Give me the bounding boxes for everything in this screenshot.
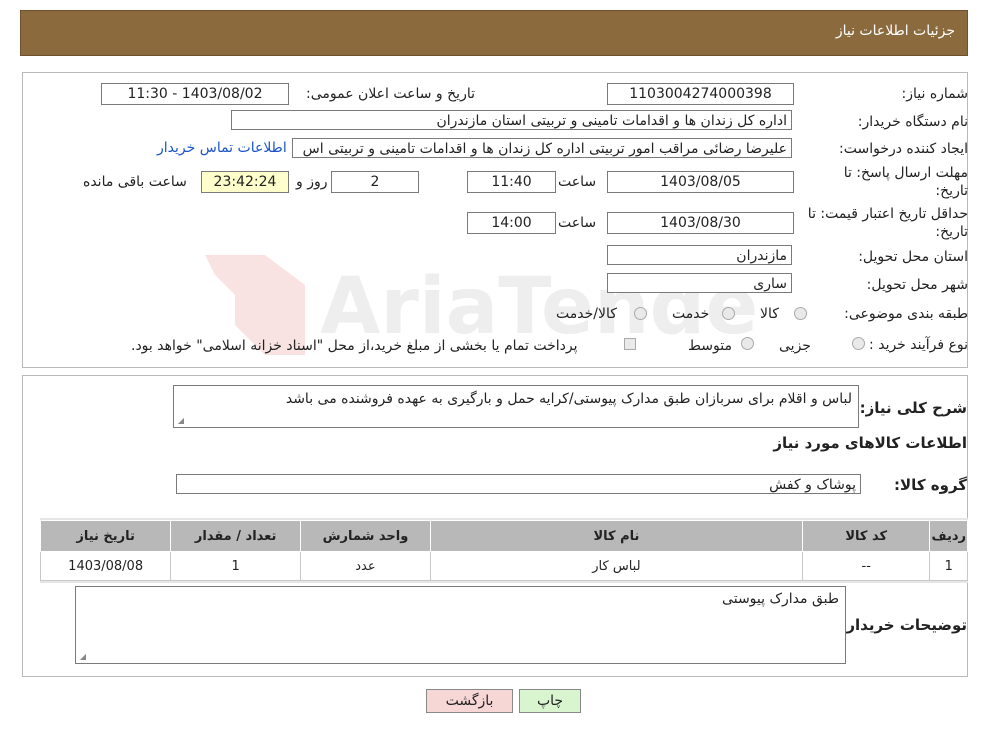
- category-option-goods-service: کالا/خدمت: [556, 306, 617, 322]
- validity-date-field: 1403/08/30: [607, 212, 794, 234]
- cell-unit: عدد: [299, 551, 431, 581]
- category-radio-service[interactable]: [722, 307, 735, 320]
- resize-grip-icon[interactable]: ◢: [176, 417, 184, 425]
- print-button[interactable]: چاپ: [519, 689, 581, 713]
- purchase-radio-minor[interactable]: [852, 337, 865, 350]
- requester-label: ایجاد کننده درخواست:: [839, 141, 968, 157]
- buyer-org-field: اداره کل زندان ها و اقدامات تامینی و ترب…: [231, 110, 792, 130]
- validity-label-line1: حداقل تاریخ اعتبار قیمت: تا: [807, 206, 968, 222]
- purchase-option-medium: متوسط: [688, 338, 732, 354]
- buyer-notes-textarea: طبق مدارک پیوستی ◢: [75, 586, 846, 664]
- description-textarea: لباس و اقلام برای سربازان طبق مدارک پیوس…: [173, 385, 859, 428]
- province-field: مازندران: [607, 245, 792, 265]
- col-quantity: تعداد / مقدار: [170, 520, 301, 552]
- cell-row-number: 1: [929, 551, 968, 581]
- col-row-number: ردیف: [929, 520, 968, 552]
- days-left-field: 2: [331, 171, 419, 193]
- goods-group-field: پوشاک و کفش: [176, 474, 861, 494]
- purchase-option-minor: جزیی: [779, 338, 811, 354]
- category-radio-goods-service[interactable]: [634, 307, 647, 320]
- validity-time-label: ساعت: [558, 215, 597, 231]
- category-radio-goods[interactable]: [794, 307, 807, 320]
- buyer-notes-label: توضیحات خریدار:: [840, 616, 967, 634]
- cell-item-code: --: [801, 551, 931, 581]
- need-number-field: 1103004274000398: [607, 83, 794, 105]
- col-item-code: کد کالا: [801, 520, 931, 552]
- day-and-label: روز و: [296, 174, 328, 190]
- back-button[interactable]: بازگشت: [426, 689, 513, 713]
- treasury-payment-checkbox[interactable]: [624, 338, 636, 350]
- province-label: استان محل تحویل:: [858, 249, 968, 265]
- description-label: شرح کلی نیاز:: [859, 399, 967, 417]
- contact-info-link[interactable]: اطلاعات تماس خریدار: [157, 140, 287, 156]
- need-number-label: شماره نیاز:: [901, 86, 969, 102]
- description-text: لباس و اقلام برای سربازان طبق مدارک پیوس…: [285, 391, 852, 407]
- cell-need-date: 1403/08/08: [39, 551, 172, 581]
- category-option-service: خدمت: [672, 306, 710, 322]
- city-label: شهر محل تحویل:: [866, 277, 968, 293]
- page-title: جزئیات اطلاعات نیاز: [835, 23, 955, 39]
- purchase-type-label: نوع فرآیند خرید :: [869, 337, 968, 353]
- payment-note: پرداخت تمام یا بخشی از مبلغ خرید،از محل …: [131, 338, 578, 354]
- purchase-radio-medium[interactable]: [741, 337, 754, 350]
- items-table: ردیف کد کالا نام کالا واحد شمارش تعداد /…: [39, 520, 968, 581]
- cell-quantity: 1: [170, 551, 301, 581]
- announce-datetime-label: تاریخ و ساعت اعلان عمومی:: [306, 86, 475, 102]
- validity-time-field: 14:00: [467, 212, 556, 234]
- deadline-label-line2: تاریخ:: [935, 183, 968, 199]
- cell-item-name: لباس کار: [429, 551, 803, 581]
- goods-group-label: گروه کالا:: [894, 476, 967, 494]
- page-header: جزئیات اطلاعات نیاز: [20, 10, 968, 56]
- category-label: طبقه بندی موضوعی:: [844, 306, 968, 322]
- items-table-wrapper: ردیف کد کالا نام کالا واحد شمارش تعداد /…: [39, 518, 968, 583]
- city-field: ساری: [607, 273, 792, 293]
- resize-grip-icon[interactable]: ◢: [78, 653, 86, 661]
- goods-info-heading: اطلاعات کالاهای مورد نیاز: [773, 434, 967, 452]
- buyer-org-label: نام دستگاه خریدار:: [857, 114, 968, 130]
- col-item-name: نام کالا: [429, 520, 803, 552]
- buyer-notes-text: طبق مدارک پیوستی: [722, 591, 839, 607]
- deadline-time-field: 11:40: [467, 171, 556, 193]
- remaining-label: ساعت باقی مانده: [83, 174, 187, 190]
- requester-field: علیرضا رضائی مراقب امور تربیتی اداره کل …: [292, 138, 792, 158]
- table-row: 1 -- لباس کار عدد 1 1403/08/08: [39, 551, 968, 581]
- col-need-date: تاریخ نیاز: [39, 520, 172, 552]
- time-left-field: 23:42:24: [201, 171, 289, 193]
- deadline-time-label: ساعت: [558, 174, 597, 190]
- deadline-label-line1: مهلت ارسال پاسخ: تا: [843, 165, 968, 181]
- col-unit: واحد شمارش: [299, 520, 431, 552]
- deadline-date-field: 1403/08/05: [607, 171, 794, 193]
- validity-label-line2: تاریخ:: [935, 224, 968, 240]
- announce-datetime-field: 1403/08/02 - 11:30: [101, 83, 289, 105]
- table-header-row: ردیف کد کالا نام کالا واحد شمارش تعداد /…: [39, 520, 968, 552]
- category-option-goods: کالا: [760, 306, 779, 322]
